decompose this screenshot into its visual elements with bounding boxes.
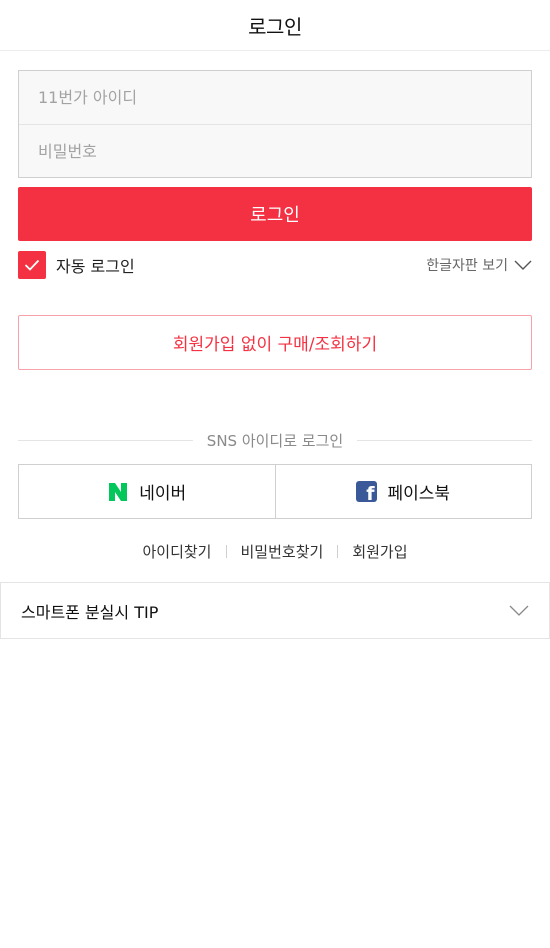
link-separator [337, 544, 339, 558]
signup-link[interactable]: 회원가입 [352, 541, 407, 562]
link-separator [225, 544, 227, 558]
facebook-login-label: 페이스북 [387, 484, 451, 504]
password-input[interactable] [38, 125, 531, 177]
facebook-logo-icon: f [356, 481, 378, 502]
phone-loss-tip-accordion[interactable]: 스마트폰 분실시 TIP [0, 582, 550, 639]
naver-login-label: 네이버 [139, 484, 187, 504]
korean-keyboard-toggle[interactable]: 한글자판 보기 [426, 253, 532, 277]
check-icon [24, 259, 40, 271]
divider-line-left [18, 439, 193, 441]
korean-keyboard-label: 한글자판 보기 [426, 258, 508, 274]
facebook-login-button[interactable]: f 페이스북 [274, 465, 531, 518]
auto-login-label: 자동 로그인 [56, 257, 135, 276]
login-button[interactable]: 로그인 [18, 187, 532, 241]
divider-line-right [357, 439, 532, 441]
page-title: 로그인 [248, 14, 302, 39]
login-input-group [18, 70, 532, 178]
naver-login-button[interactable]: 네이버 [19, 465, 275, 518]
guest-purchase-label: 회원가입 없이 구매/조회하기 [172, 335, 378, 355]
sns-divider: SNS 아이디로 로그인 [18, 428, 532, 452]
naver-logo-icon [107, 481, 129, 503]
find-id-link[interactable]: 아이디찾기 [142, 541, 211, 562]
account-links: 아이디찾기 비밀번호찾기 회원가입 [0, 538, 550, 564]
chevron-down-icon [509, 605, 529, 616]
sns-login-heading: SNS 아이디로 로그인 [206, 431, 344, 450]
id-field-row [19, 71, 531, 124]
password-field-row [19, 124, 531, 177]
id-input[interactable] [38, 71, 531, 124]
sns-login-group: 네이버 f 페이스북 [18, 464, 532, 519]
find-password-link[interactable]: 비밀번호찾기 [241, 541, 324, 562]
header: 로그인 [0, 0, 550, 51]
chevron-down-icon [514, 260, 532, 270]
auto-login-option[interactable]: 자동 로그인 [18, 251, 135, 279]
auto-login-checkbox[interactable] [18, 251, 46, 279]
guest-purchase-button[interactable]: 회원가입 없이 구매/조회하기 [18, 315, 532, 370]
phone-loss-tip-label: 스마트폰 분실시 TIP [21, 602, 159, 622]
